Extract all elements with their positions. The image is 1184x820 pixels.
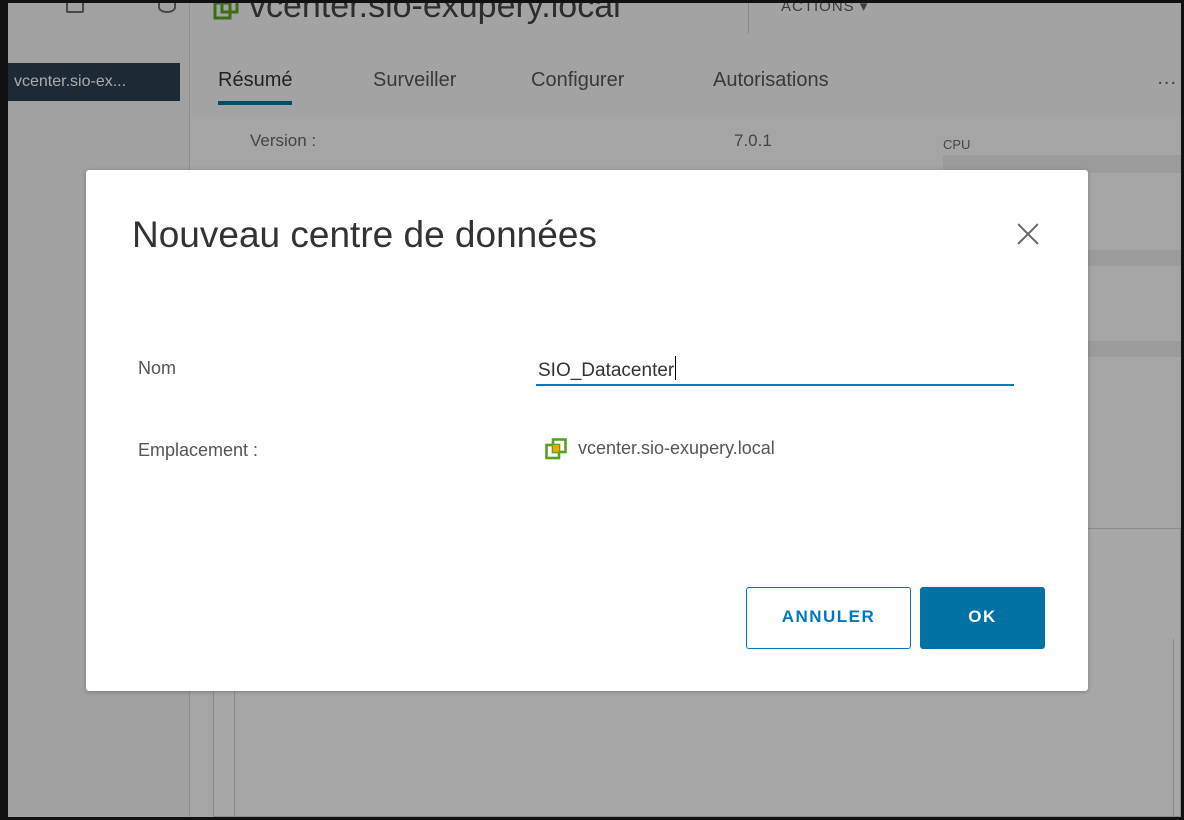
screen-frame: vcenter.sio-ex... vcenter.sio-exupery.lo… bbox=[0, 0, 1184, 820]
cancel-button[interactable]: ANNULER bbox=[746, 587, 911, 649]
location-value: vcenter.sio-exupery.local bbox=[578, 438, 775, 458]
dialog-title: Nouveau centre de données bbox=[132, 214, 597, 255]
name-label: Nom bbox=[138, 358, 177, 378]
close-icon[interactable] bbox=[1014, 220, 1042, 248]
vcenter-icon bbox=[545, 438, 567, 460]
ok-button[interactable]: OK bbox=[920, 587, 1045, 649]
name-value-text: SIO_Datacenter bbox=[538, 360, 675, 381]
location-label: Emplacement : bbox=[138, 440, 259, 460]
new-datacenter-dialog: Nouveau centre de données Nom SIO_Datace… bbox=[86, 170, 1088, 691]
text-caret bbox=[675, 356, 677, 380]
name-input-value: SIO_Datacenter bbox=[538, 356, 677, 382]
